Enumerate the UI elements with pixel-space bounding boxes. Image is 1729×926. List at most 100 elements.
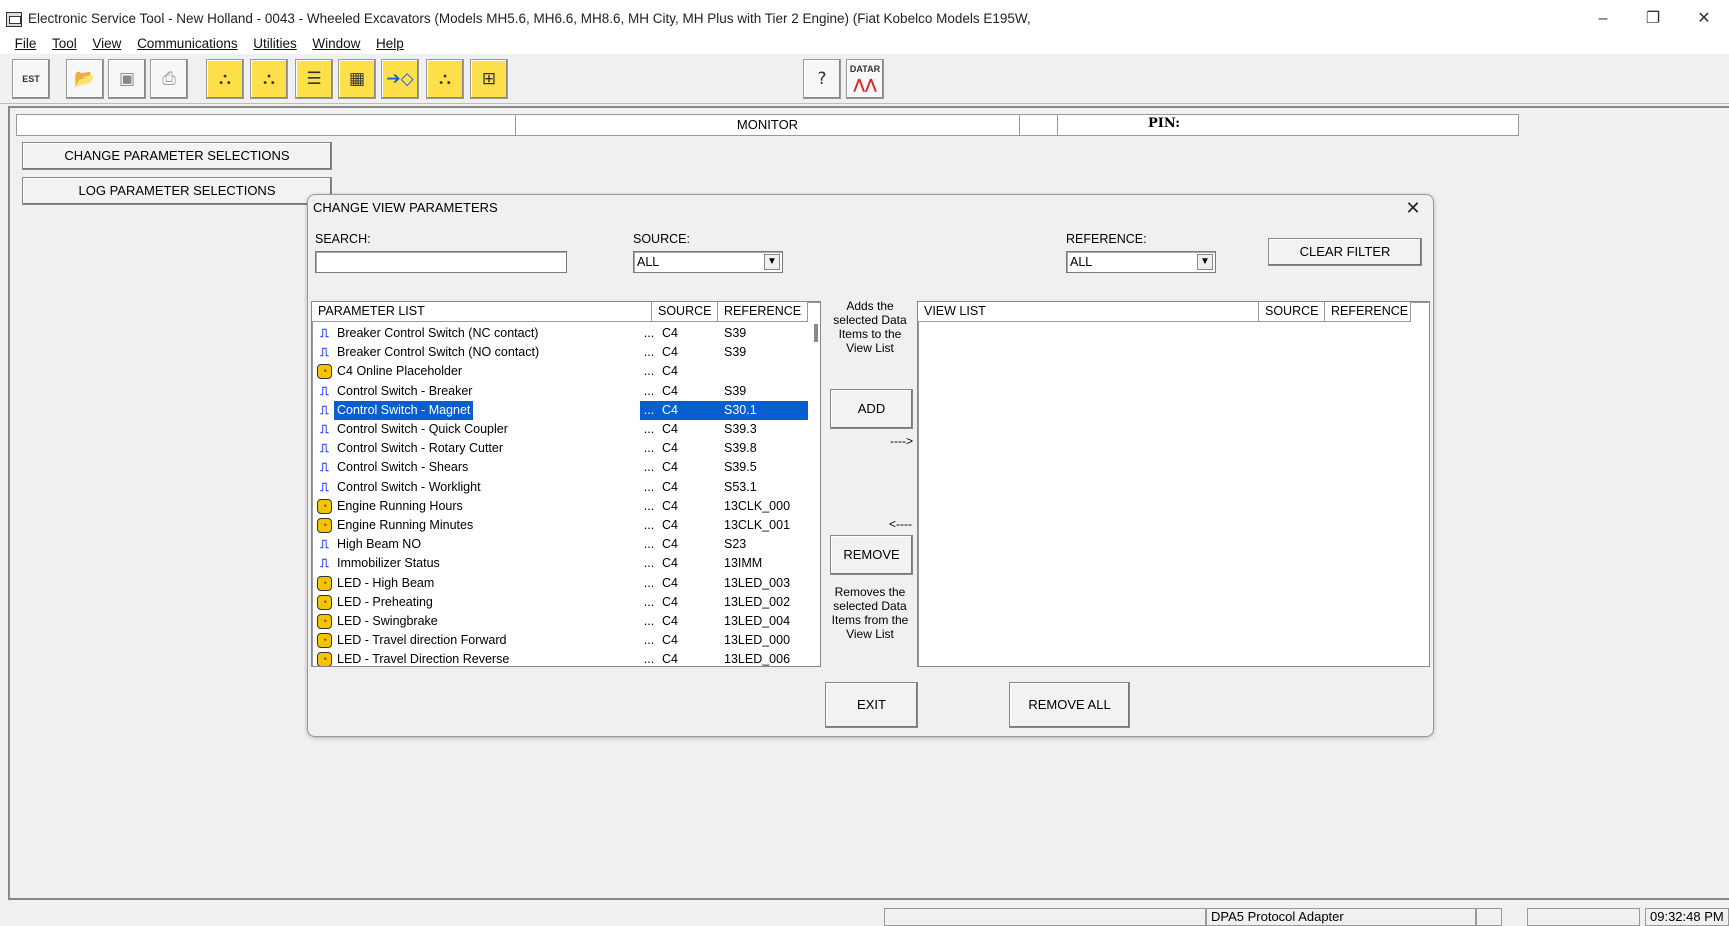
parameter-reference: 13CLK_000 — [724, 498, 791, 513]
parameter-row[interactable]: ⎍ Breaker Control Switch (NO contact)... C… — [314, 343, 809, 362]
parameter-source: C4 — [662, 518, 678, 532]
parameter-list-header[interactable]: PARAMETER LIST — [312, 302, 652, 322]
diagnostics-button[interactable]: ▦ — [338, 59, 376, 99]
parameter-row[interactable]: ⎍ Control Switch - Magnet... C4 S30.1 — [314, 400, 809, 420]
parameter-row[interactable]: ◔ LED - Preheating... C4 13LED_002 — [314, 593, 809, 612]
add-button[interactable]: ADD — [830, 389, 913, 429]
binary-module-button[interactable]: ⊞ — [470, 59, 508, 99]
list-scrollbar[interactable] — [814, 324, 818, 342]
parameter-reference: S53.1 — [724, 479, 757, 494]
dialog-close-button[interactable]: ✕ — [1400, 196, 1426, 220]
log-parameter-selections-button[interactable]: LOG PARAMETER SELECTIONS — [22, 177, 332, 205]
parameter-source: C4 — [662, 479, 678, 494]
gauge-icon: ◔ — [317, 652, 332, 666]
digital-signal-icon: ⎍ — [320, 556, 329, 571]
digital-signal-icon: ⎍ — [320, 326, 329, 340]
reference-select[interactable]: ALL ▼ — [1066, 251, 1216, 273]
search-input[interactable] — [315, 251, 567, 273]
reference-select-value: ALL — [1070, 255, 1093, 269]
view-list-header[interactable]: VIEW LIST — [918, 302, 1259, 322]
source-select[interactable]: ALL ▼ — [633, 251, 783, 273]
network-button-1[interactable]: ⛬ — [206, 59, 244, 99]
view-listbox[interactable]: VIEW LIST SOURCE REFERENCE — [917, 301, 1430, 667]
parameter-name: LED - Travel Direction Reverse — [337, 652, 510, 667]
remove-arrow: <---- — [889, 517, 912, 531]
menu-help[interactable]: Help — [371, 34, 411, 54]
parameter-row[interactable]: ◔ LED - Travel direction Forward... C4 13LE… — [314, 631, 809, 650]
est-home-button[interactable]: EST — [12, 59, 50, 99]
binary-tree-icon: ⛬ — [439, 69, 451, 89]
network-button-2[interactable]: ⛬ — [250, 59, 288, 99]
chevron-down-icon[interactable]: ▼ — [764, 254, 780, 270]
parameter-source-header[interactable]: SOURCE — [652, 302, 718, 322]
parameter-source: C4 — [662, 537, 678, 552]
digital-signal-icon: ⎍ — [320, 402, 329, 417]
parameter-name: Control Switch - Worklight — [337, 479, 481, 494]
binary-tree-button[interactable]: ⛬ — [426, 59, 464, 99]
parameter-row[interactable]: ◔ LED - Swingbrake... C4 13LED_004 — [314, 612, 809, 631]
parameter-row[interactable]: ◔ Engine Running Hours... C4 13CLK_000 — [314, 497, 809, 516]
menu-communications[interactable]: Communications — [132, 34, 245, 54]
open-button[interactable]: 📂 — [66, 59, 104, 99]
parameter-row[interactable]: ⎍ High Beam NO... C4 S23 — [314, 535, 809, 554]
parameter-row[interactable]: ◔ LED - High Beam... C4 13LED_003 — [314, 574, 809, 593]
status-cell-empty-1 — [884, 908, 1206, 926]
menu-view[interactable]: View — [87, 34, 128, 54]
chevron-down-icon[interactable]: ▼ — [1197, 254, 1213, 270]
menu-tool[interactable]: Tool — [47, 34, 84, 54]
parameter-row[interactable]: ⎍ Control Switch - Quick Coupler... C4 S39.… — [314, 420, 809, 439]
parameter-more: ... — [643, 422, 655, 436]
minimize-button[interactable]: – — [1580, 4, 1626, 34]
parameter-reference: S30.1 — [720, 400, 808, 420]
app-icon[interactable] — [6, 12, 22, 27]
menu-window[interactable]: Window — [307, 34, 367, 54]
parameter-row[interactable]: ⎍ Immobilizer Status... C4 13IMM — [314, 554, 809, 573]
source-label: SOURCE: — [633, 232, 690, 246]
parameter-name: Control Switch - Shears — [337, 460, 469, 475]
parameter-row[interactable]: ⎍ Breaker Control Switch (NC contact)... C… — [314, 324, 809, 343]
remove-hint: Removes the selected Data Items from the… — [831, 585, 909, 641]
parameter-name: Control Switch - Rotary Cutter — [337, 441, 504, 456]
flow-button[interactable]: ➔◇ — [381, 59, 419, 99]
parameter-row[interactable]: ◔ Engine Running Minutes... C4 13CLK_001 — [314, 516, 809, 535]
title-bar: Electronic Service Tool - New Holland - … — [0, 0, 1729, 38]
parameter-more: ... — [643, 575, 655, 590]
print-button[interactable]: ⎙ — [150, 59, 188, 99]
parameter-reference-header[interactable]: REFERENCE — [718, 302, 808, 322]
save-button[interactable]: ▣ — [108, 59, 146, 99]
print-icon: ⎙ — [162, 69, 176, 89]
parameter-row[interactable]: ◔ LED - Travel Direction Reverse... C4 13LE… — [314, 650, 809, 667]
parameter-reference: 13CLK_001 — [724, 518, 791, 532]
parameter-more: ... — [643, 594, 655, 609]
parameter-source: C4 — [662, 460, 678, 475]
parameter-source: C4 — [662, 498, 678, 513]
parameter-more: ... — [643, 556, 655, 571]
change-parameter-selections-button[interactable]: CHANGE PARAMETER SELECTIONS — [22, 142, 332, 170]
parameter-source: C4 — [662, 633, 678, 648]
menu-utilities[interactable]: Utilities — [248, 34, 304, 54]
parameter-listbox[interactable]: PARAMETER LIST SOURCE REFERENCE ⎍ Breaker… — [311, 301, 821, 667]
digital-signal-icon: ⎍ — [320, 460, 329, 475]
parameter-row[interactable]: ⎍ Control Switch - Rotary Cutter... C4 S39.… — [314, 439, 809, 458]
view-reference-header[interactable]: REFERENCE — [1325, 302, 1411, 322]
parameter-source: C4 — [662, 383, 678, 398]
close-button[interactable]: ✕ — [1681, 4, 1727, 34]
parameter-row[interactable]: ⎍ Control Switch - Worklight... C4 S53.1 — [314, 478, 809, 497]
parameter-row[interactable]: ◔ C4 Online Placeholder... C4 — [314, 362, 809, 381]
datar-chart-icon: ⋀⋀ — [853, 76, 877, 92]
remove-all-button[interactable]: REMOVE ALL — [1009, 682, 1130, 728]
parameter-reference: S39.5 — [724, 460, 757, 475]
maximize-button[interactable]: ❐ — [1630, 4, 1676, 34]
flow-arrow-icon: ➔◇ — [386, 69, 414, 89]
help-probe-button[interactable]: ? — [803, 59, 841, 99]
parameter-row[interactable]: ⎍ Control Switch - Shears... C4 S39.5 — [314, 458, 809, 477]
module-list-button[interactable]: ☰ — [295, 59, 333, 99]
remove-button[interactable]: REMOVE — [830, 535, 913, 575]
clear-filter-button[interactable]: CLEAR FILTER — [1268, 238, 1422, 266]
parameter-source: C4 — [662, 441, 678, 456]
view-source-header[interactable]: SOURCE — [1259, 302, 1325, 322]
menu-file[interactable]: File — [10, 34, 44, 54]
parameter-row[interactable]: ⎍ Control Switch - Breaker... C4 S39 — [314, 382, 809, 401]
exit-button[interactable]: EXIT — [825, 682, 918, 728]
datar-button[interactable]: DATAR ⋀⋀ — [846, 59, 884, 99]
